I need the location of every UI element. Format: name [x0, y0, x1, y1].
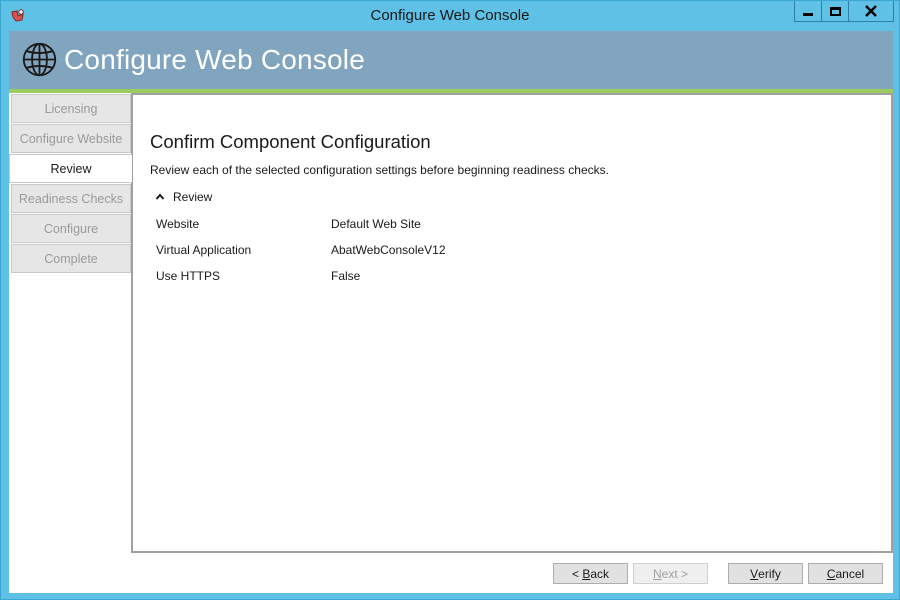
nav-step-configure: Configure [11, 214, 131, 243]
content-panel: Confirm Component Configuration Review e… [131, 93, 893, 553]
nav-step-readiness-checks: Readiness Checks [11, 184, 131, 213]
cancel-button-rest: ancel [835, 566, 865, 581]
chevron-up-icon [155, 193, 165, 200]
next-button-rest: ext > [661, 566, 689, 581]
minimize-button[interactable] [794, 1, 822, 22]
wizard-steps-nav: Licensing Configure Website Review Readi… [9, 93, 132, 553]
config-value: False [331, 269, 361, 283]
config-value: AbatWebConsoleV12 [331, 243, 446, 257]
back-button-prefix: < [571, 566, 583, 581]
banner-title: Configure Web Console [64, 44, 365, 75]
nav-step-review: Review [9, 154, 132, 183]
config-key: Virtual Application [156, 243, 252, 257]
nav-step-licensing: Licensing [11, 94, 131, 123]
close-button[interactable] [848, 1, 894, 22]
config-value: Default Web Site [331, 217, 421, 231]
review-section-toggle[interactable]: Review [155, 190, 212, 204]
nav-step-complete: Complete [11, 244, 131, 273]
window-title: Configure Web Console [370, 7, 530, 24]
verify-button[interactable]: Verify [728, 563, 803, 584]
verify-button-rest: erify [758, 566, 781, 581]
maximize-button[interactable] [821, 1, 849, 22]
config-key: Use HTTPS [156, 269, 221, 283]
close-icon [865, 5, 877, 17]
maximize-icon [829, 6, 841, 16]
cancel-button-mnemonic: C [826, 566, 836, 581]
back-button-mnemonic: B [582, 566, 591, 581]
header-banner: Configure Web Console [9, 31, 893, 89]
back-button-rest: ack [590, 566, 610, 581]
back-button[interactable]: < Back [553, 563, 628, 584]
review-section-label: Review [173, 190, 213, 204]
globe-icon [22, 42, 57, 77]
page-description: Review each of the selected configuratio… [150, 163, 609, 177]
app-window: Configure Web Console Configure Web Cons… [0, 0, 900, 600]
verify-button-mnemonic: V [750, 566, 759, 581]
minimize-icon [803, 13, 813, 16]
next-button-mnemonic: N [652, 566, 662, 581]
cancel-button[interactable]: Cancel [808, 563, 883, 584]
next-button[interactable]: Next > [633, 563, 708, 584]
config-key: Website [156, 217, 200, 231]
title-bar[interactable]: Configure Web Console [1, 1, 899, 31]
wizard-body: Licensing Configure Website Review Readi… [9, 93, 893, 593]
page-title: Confirm Component Configuration [150, 131, 431, 152]
nav-step-configure-website: Configure Website [11, 124, 131, 153]
